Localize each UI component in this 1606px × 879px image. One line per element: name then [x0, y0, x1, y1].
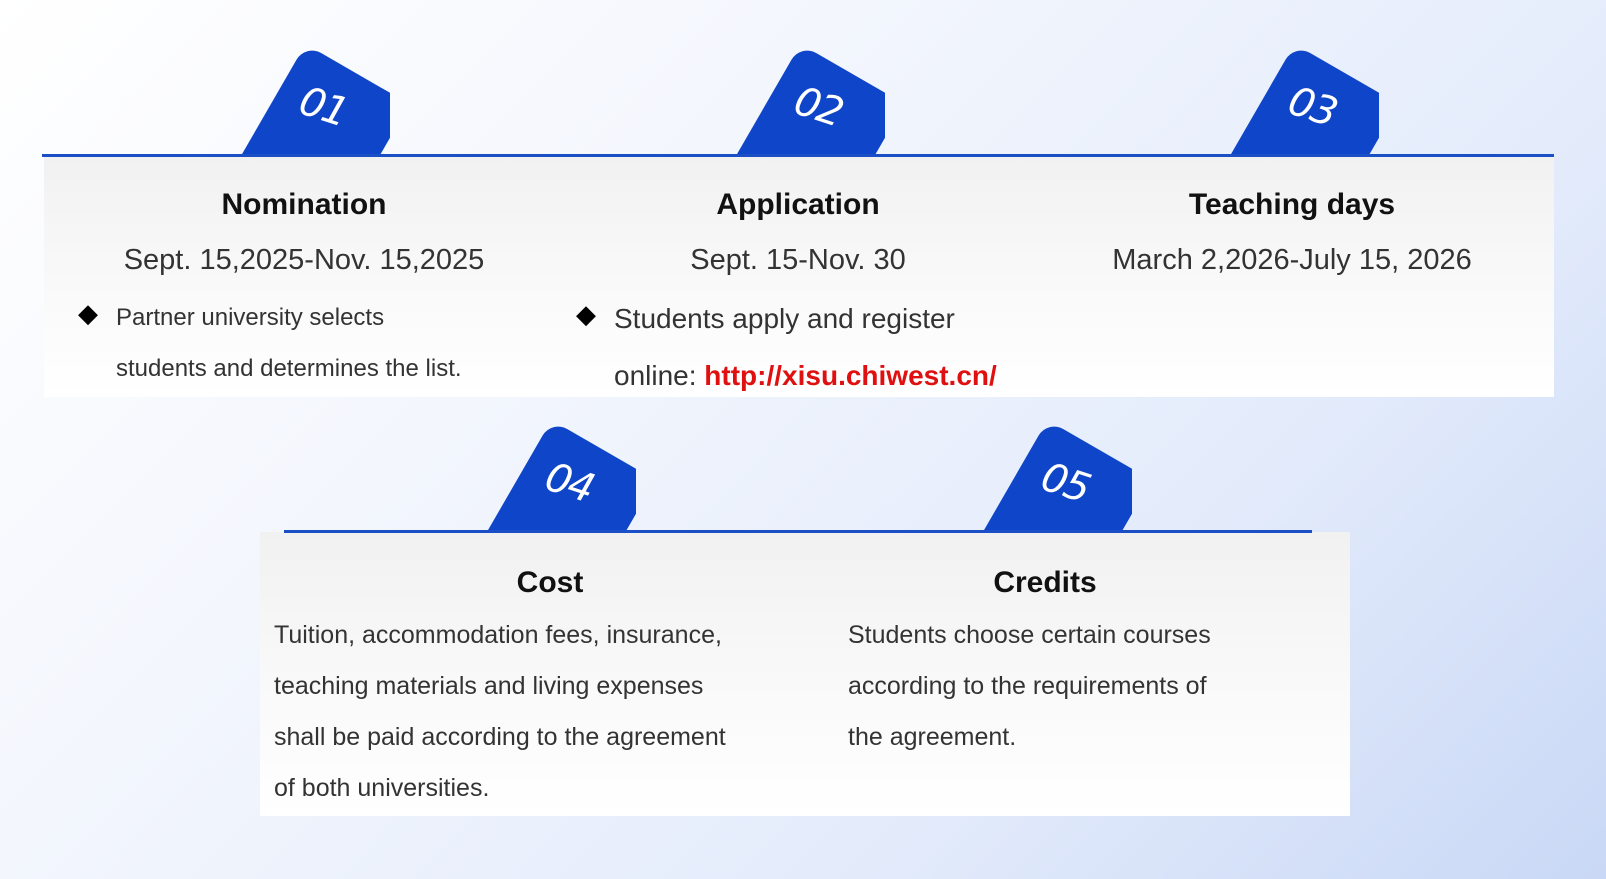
step-date: Sept. 15-Nov. 30	[690, 244, 906, 276]
step-credits-description: Students choose certain courses accordin…	[848, 610, 1328, 763]
process-timeline: 01 02 03 Nomination Sept. 15,2025-Nov. 1…	[0, 0, 1606, 879]
bullet-diamond-icon: ◆	[78, 298, 98, 328]
description-line: of both universities.	[274, 774, 490, 802]
row2-divider	[284, 530, 1312, 533]
step-credits-heading: Credits	[895, 566, 1195, 600]
description-line: teaching materials and living expenses	[274, 672, 704, 700]
step-title: Application	[716, 188, 880, 221]
bullet-text-line1: Partner university selects	[116, 304, 385, 331]
step-title: Cost	[516, 566, 584, 599]
step-01-badge: 01	[240, 46, 390, 156]
step-cost-heading: Cost	[400, 566, 700, 600]
step-02-badge: 02	[735, 46, 885, 156]
row1-divider	[42, 154, 1554, 157]
step-03-badge: 03	[1229, 46, 1379, 156]
step-date: March 2,2026-July 15, 2026	[1112, 244, 1472, 276]
step-title: Credits	[993, 566, 1097, 599]
bullet-text-line2: students and determines the list.	[116, 355, 462, 382]
description-line: Tuition, accommodation fees, insurance,	[274, 621, 722, 649]
description-line: according to the requirements of	[848, 672, 1207, 700]
bullet-text-line1: Students apply and register	[614, 303, 955, 334]
bullet-text-line2: online: http://xisu.chiwest.cn/	[614, 350, 997, 401]
step-teaching-days: Teaching days March 2,2026-July 15, 2026	[1062, 188, 1522, 277]
step-05-badge: 05	[982, 422, 1132, 532]
step-title: Teaching days	[1188, 188, 1396, 221]
step-title: Nomination	[221, 188, 387, 221]
description-line: Students choose certain courses	[848, 621, 1211, 649]
bullet-text-prefix: online:	[614, 360, 705, 391]
step-01-bullet: ◆ Partner university selects students an…	[78, 292, 548, 392]
step-02-bullet: ◆ Students apply and register online: ht…	[576, 293, 1076, 403]
bullet-diamond-icon: ◆	[576, 299, 596, 329]
step-application: Application Sept. 15-Nov. 30	[578, 188, 1018, 277]
step-04-badge: 04	[486, 422, 636, 532]
step-date: Sept. 15,2025-Nov. 15,2025	[123, 244, 485, 276]
application-website-link[interactable]: http://xisu.chiwest.cn/	[704, 360, 996, 391]
description-line: the agreement.	[848, 723, 1017, 751]
step-cost-description: Tuition, accommodation fees, insurance, …	[274, 610, 814, 814]
description-line: shall be paid according to the agreement	[274, 723, 726, 751]
step-nomination: Nomination Sept. 15,2025-Nov. 15,2025	[84, 188, 524, 277]
